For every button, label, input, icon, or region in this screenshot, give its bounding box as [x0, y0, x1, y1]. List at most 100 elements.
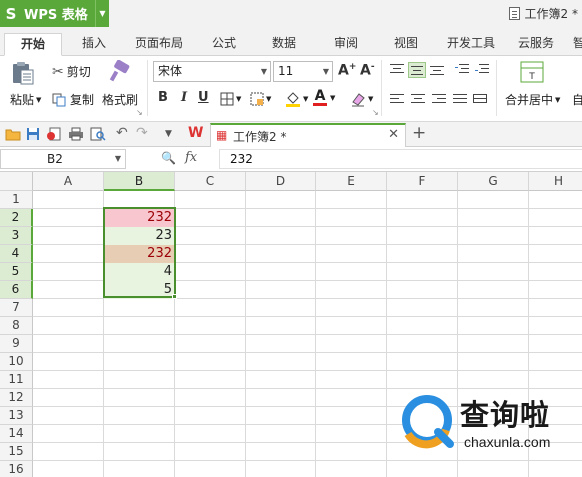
column-header-f[interactable]: F: [387, 172, 458, 191]
borders-icon: [220, 92, 234, 106]
justify-icon[interactable]: [453, 94, 467, 106]
tab-data[interactable]: 数据: [264, 33, 304, 56]
wrap-text-button[interactable]: 自: [572, 91, 582, 108]
row-header-14[interactable]: 14: [0, 425, 33, 443]
row-header-12[interactable]: 12: [0, 389, 33, 407]
save-icon[interactable]: [26, 127, 40, 141]
row-header-15[interactable]: 15: [0, 443, 33, 461]
format-painter-label-wrap[interactable]: 格式刷: [102, 91, 138, 108]
column-header-h[interactable]: H: [529, 172, 582, 191]
chevron-down-icon[interactable]: ▼: [95, 0, 109, 27]
column-header-e[interactable]: E: [316, 172, 387, 191]
print-icon[interactable]: [68, 127, 84, 141]
undo-icon[interactable]: ↶: [116, 125, 128, 141]
cell-b6[interactable]: 5: [104, 281, 175, 299]
cell-b2[interactable]: 232: [104, 209, 175, 227]
tab-developer[interactable]: 开发工具: [442, 33, 500, 56]
select-all-corner[interactable]: [0, 172, 33, 191]
tab-home[interactable]: 开始: [4, 33, 62, 56]
paste-button[interactable]: [10, 60, 36, 86]
copy-button[interactable]: 复制: [52, 91, 94, 108]
distributed-icon[interactable]: [473, 94, 487, 106]
clear-format-button[interactable]: ▼: [350, 91, 373, 107]
column-header-c[interactable]: C: [175, 172, 246, 191]
fill-handle[interactable]: [172, 294, 177, 299]
bold-button[interactable]: B: [158, 90, 168, 105]
row-header-9[interactable]: 9: [0, 335, 33, 353]
decrease-font-button[interactable]: A-: [360, 62, 375, 79]
export-pdf-icon[interactable]: [46, 127, 62, 141]
open-folder-icon[interactable]: [5, 127, 21, 141]
tab-view[interactable]: 视图: [386, 33, 426, 56]
customize-toolbar-icon[interactable]: ▼: [165, 129, 172, 139]
increase-indent-icon[interactable]: [475, 64, 489, 76]
row-header-10[interactable]: 10: [0, 353, 33, 371]
column-header-g[interactable]: G: [458, 172, 529, 191]
font-launcher-icon[interactable]: ↘: [372, 108, 379, 117]
align-center-icon[interactable]: [411, 94, 425, 106]
quick-access-bar: ↶ ↷ ▼ W ▦ 工作簿2 * ✕ +: [0, 122, 582, 147]
cell-b4[interactable]: 232: [104, 245, 175, 263]
font-color-button[interactable]: A ▼: [313, 89, 335, 106]
cell-b3[interactable]: 23: [104, 227, 175, 245]
font-name-select[interactable]: 宋体 ▼: [153, 61, 271, 82]
cut-label: 剪切: [66, 65, 91, 79]
clipboard-launcher-icon[interactable]: ↘: [136, 108, 143, 117]
align-top-icon[interactable]: [390, 64, 404, 76]
cell-style-button[interactable]: ▼: [250, 92, 271, 106]
row-header-6[interactable]: 6: [0, 281, 33, 299]
align-bottom-icon[interactable]: [430, 64, 444, 76]
tab-review[interactable]: 审阅: [326, 33, 366, 56]
increase-font-button[interactable]: A+: [338, 62, 356, 79]
name-box[interactable]: B2 ▼: [0, 149, 126, 169]
align-middle-icon[interactable]: [408, 62, 426, 78]
wps-w-logo-icon[interactable]: W: [188, 125, 203, 141]
row-header-3[interactable]: 3: [0, 227, 33, 245]
format-painter-button[interactable]: [107, 60, 133, 84]
column-header-d[interactable]: D: [246, 172, 316, 191]
close-icon[interactable]: ✕: [388, 127, 399, 142]
cut-button[interactable]: ✂ 剪切: [52, 63, 91, 80]
tab-insert[interactable]: 插入: [72, 33, 116, 56]
font-size-select[interactable]: 11 ▼: [273, 61, 333, 82]
app-menu-button[interactable]: S WPS 表格 ▼: [0, 0, 109, 27]
row-header-5[interactable]: 5: [0, 263, 33, 281]
chevron-down-icon: ▼: [322, 67, 329, 76]
row-header-16[interactable]: 16: [0, 461, 33, 477]
formula-bar: B2 ▼ 🔍 fx 232: [0, 147, 582, 172]
underline-button[interactable]: U: [198, 90, 209, 105]
decrease-indent-icon[interactable]: [455, 64, 469, 76]
formula-input[interactable]: 232: [219, 149, 582, 169]
print-preview-icon[interactable]: [90, 127, 106, 141]
align-right-icon[interactable]: [432, 94, 446, 106]
new-tab-icon[interactable]: +: [412, 123, 426, 143]
row-header-8[interactable]: 8: [0, 317, 33, 335]
row-header-1[interactable]: 1: [0, 191, 33, 209]
redo-icon[interactable]: ↷: [136, 125, 148, 141]
column-header-b[interactable]: B: [104, 172, 175, 191]
row-header-4[interactable]: 4: [0, 245, 33, 263]
align-left-icon[interactable]: [390, 94, 404, 106]
merge-center-icon-button[interactable]: T: [519, 60, 545, 84]
document-tab[interactable]: ▦ 工作簿2 * ✕: [210, 123, 406, 147]
paste-dropdown[interactable]: 粘贴 ▼: [10, 91, 41, 108]
group-divider: [381, 60, 382, 116]
cell-b5[interactable]: 4: [104, 263, 175, 281]
tab-cloud[interactable]: 云服务: [512, 33, 560, 56]
row-header-7[interactable]: 7: [0, 299, 33, 317]
zoom-search-icon[interactable]: 🔍: [161, 151, 176, 165]
row-header-13[interactable]: 13: [0, 407, 33, 425]
column-header-a[interactable]: A: [33, 172, 104, 191]
borders-button[interactable]: ▼: [220, 92, 241, 106]
fill-color-button[interactable]: ▼: [285, 91, 308, 107]
tab-page-layout[interactable]: 页面布局: [130, 33, 188, 56]
row-header-11[interactable]: 11: [0, 371, 33, 389]
insert-function-button[interactable]: fx: [185, 150, 197, 165]
row-header-2[interactable]: 2: [0, 209, 33, 227]
tab-smart[interactable]: 智: [572, 33, 582, 56]
italic-button[interactable]: I: [181, 90, 187, 105]
chevron-down-icon: ▼: [368, 95, 374, 103]
merge-center-button[interactable]: 合并居中 ▼: [505, 91, 560, 108]
tab-formulas[interactable]: 公式: [204, 33, 244, 56]
paste-icon: [13, 62, 34, 85]
